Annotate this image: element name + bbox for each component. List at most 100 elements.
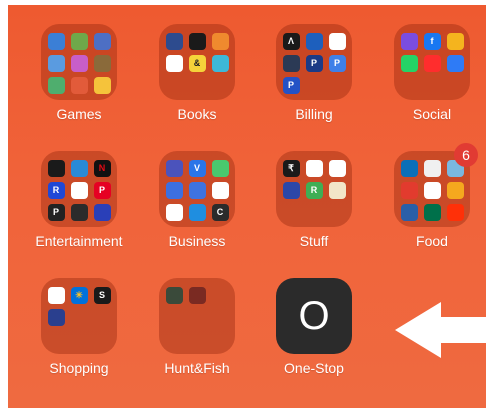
netflix-icon: N [93,160,111,177]
youtube-icon [423,55,441,72]
business-app-9-icon: C [211,204,229,221]
notification-badge: 6 [454,143,478,167]
folder-social[interactable]: f Social [372,24,492,134]
stuff-app-2-icon [305,160,323,177]
prime-video-icon [70,160,88,177]
folder-icon[interactable]: & [159,24,235,100]
hunt-fish-app-1-icon [165,287,183,304]
stuff-app-1-icon: ₹ [282,160,300,177]
social-app-3-icon [446,33,464,50]
billing-app-7-icon: P [282,77,300,94]
stuff-app-4-icon [282,182,300,199]
starbucks-icon [423,204,441,221]
business-app-5-icon [188,182,206,199]
audible-icon [188,33,206,50]
folder-icon[interactable]: 6 [394,143,478,227]
food-app-2-icon [423,160,441,177]
billing-app-6-icon: P [328,55,346,72]
doordash-icon [446,204,464,221]
shopping-app-4-icon [47,309,65,326]
folder-business[interactable]: V C Business [137,151,257,261]
billing-app-2-icon [305,33,323,50]
folder-icon[interactable] [159,278,235,354]
books-app-6-icon [211,55,229,72]
folder-shopping[interactable]: ✳ S Shopping [19,278,139,388]
food-app-5-icon [423,182,441,199]
teams-icon [165,160,183,177]
folder-books[interactable]: & Books [137,24,257,134]
folder-icon[interactable]: V C [159,151,235,227]
folder-label: Social [412,106,452,122]
game-app-1-icon [47,33,65,50]
folder-entertainment[interactable]: N R P P Entertainment [19,151,139,261]
entertainment-app-7-icon: P [47,204,65,221]
amazon-icon [282,55,300,72]
folder-icon[interactable]: f [394,24,470,100]
entertainment-app-8-icon [70,204,88,221]
one-stop-app-icon[interactable]: O [276,278,352,354]
business-app-8-icon [188,204,206,221]
game-app-5-icon [70,55,88,72]
folder-label: Games [56,106,102,122]
folder-label: Entertainment [35,233,123,249]
folder-label: Books [177,106,217,122]
folder-food[interactable]: 6 Food [372,143,492,261]
folder-label: Business [168,233,226,249]
books-app-5-icon: & [188,55,206,72]
google-maps-icon [211,182,229,199]
business-app-2-icon: V [188,160,206,177]
game-app-3-icon [93,33,111,50]
folder-hunt-fish[interactable]: Hunt&Fish [137,278,257,388]
hulu-icon [47,160,65,177]
stuff-app-5-icon: R [305,182,323,199]
folder-icon[interactable]: ₹ R [276,151,352,227]
business-app-3-icon [211,160,229,177]
google-drive-icon [165,204,183,221]
books-app-1-icon [165,33,183,50]
folder-icon[interactable]: Λ P P P [276,24,352,100]
food-app-4-icon [400,182,418,199]
folder-label: Stuff [299,233,329,249]
game-app-7-icon [47,77,65,94]
game-app-4-icon [47,55,65,72]
folder-games[interactable]: Games [19,24,139,134]
shopping-app-1-icon [47,287,65,304]
app-one-stop[interactable]: O One-Stop [254,278,374,388]
dominos-icon [400,160,418,177]
books-app-4-icon [165,55,183,72]
stuff-app-3-icon [328,160,346,177]
social-app-1-icon [400,33,418,50]
entertainment-app-9-icon [93,204,111,221]
messenger-icon [446,55,464,72]
one-stop-glyph: O [298,294,330,338]
cvs-pharmacy-icon [328,33,346,50]
stuff-app-6-icon [328,182,346,199]
paypal-icon: P [305,55,323,72]
folder-icon[interactable]: N R P P [41,151,117,227]
books-app-3-icon [211,33,229,50]
food-app-6-icon [446,182,464,199]
home-screen: Games & Books Λ P P P Billing f Social N… [8,5,491,408]
hunt-fish-app-2-icon [188,287,206,304]
folder-billing[interactable]: Λ P P P Billing [254,24,374,134]
folder-label: Shopping [49,360,109,376]
folder-stuff[interactable]: ₹ R Stuff [254,151,374,261]
shopping-app-3-icon: S [93,287,111,304]
facebook-icon: f [423,33,441,50]
app-label: One-Stop [284,360,344,376]
entertainment-app-5-icon [70,182,88,199]
game-app-8-icon [70,77,88,94]
game-app-6-icon [93,55,111,72]
whatsapp-icon [400,55,418,72]
pointing-arrow-icon [395,302,491,358]
billing-app-1-icon: Λ [282,33,300,50]
business-app-4-icon [165,182,183,199]
folder-label: Hunt&Fish [164,360,230,376]
folder-icon[interactable]: ✳ S [41,278,117,354]
folder-label: Food [416,233,448,249]
folder-icon[interactable] [41,24,117,100]
entertainment-app-4-icon: R [47,182,65,199]
walmart-icon: ✳ [70,287,88,304]
pinterest-icon: P [93,182,111,199]
game-app-2-icon [70,33,88,50]
